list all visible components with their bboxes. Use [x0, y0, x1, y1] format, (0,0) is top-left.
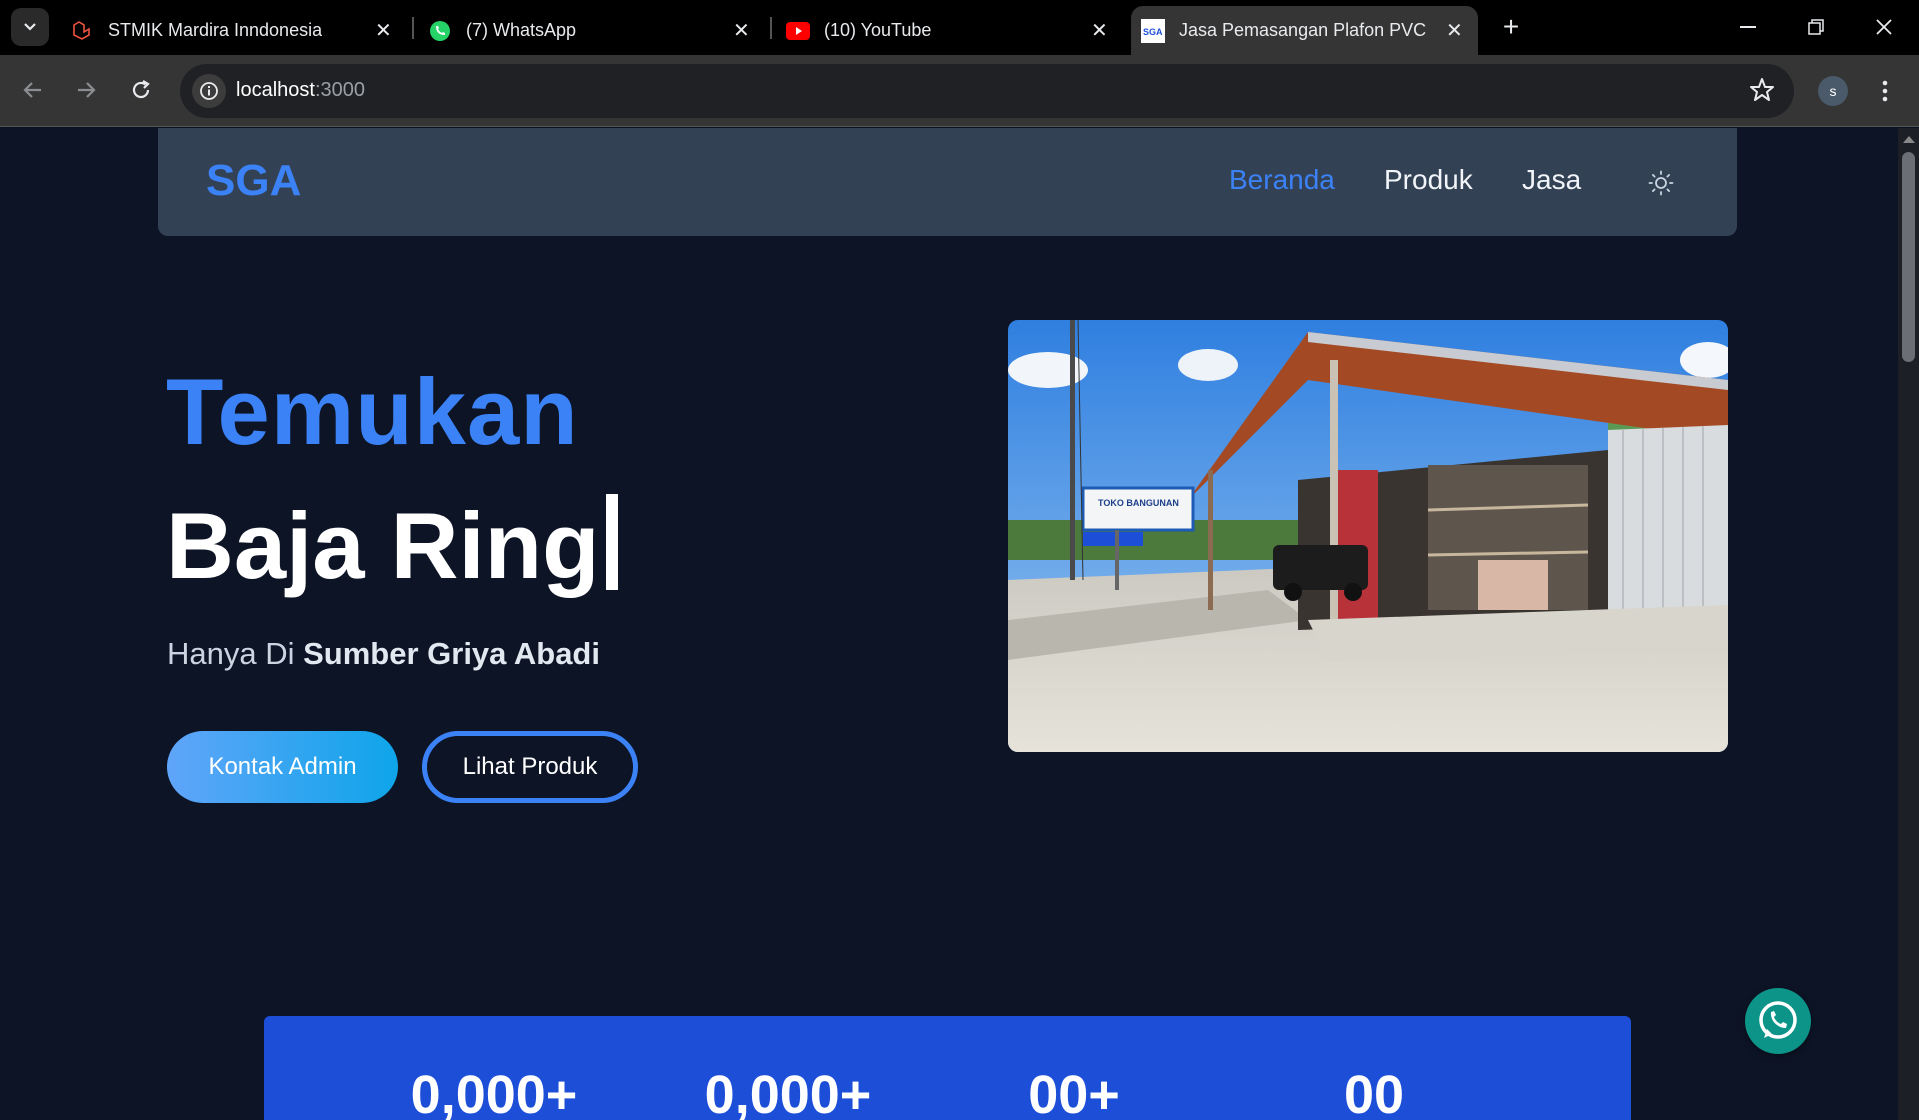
tab-title: STMIK Mardira Inndonesia [108, 20, 323, 40]
site-info-icon[interactable] [192, 74, 226, 108]
hero-subtitle: Hanya Di Sumber Griya Abadi [167, 636, 600, 672]
close-icon[interactable]: ✕ [1446, 18, 1463, 43]
page-scrollbar[interactable] [1898, 128, 1919, 1120]
tab-title: Jasa Pemasangan Plafon PVC & [1179, 20, 1429, 40]
sun-icon [1648, 170, 1674, 196]
stat-value: 0,000+ [410, 1065, 578, 1120]
hero-heading-line2: Baja Ring [166, 492, 618, 600]
page-viewport: SGA Beranda Produk Jasa Temukan Baja Rin… [0, 128, 1898, 1120]
plus-icon: + [1502, 11, 1520, 42]
restore-icon [1808, 19, 1824, 35]
sga-favicon: SGA [1141, 18, 1165, 43]
scrollbar-thumb[interactable] [1902, 152, 1915, 362]
site-navbar: SGA Beranda Produk Jasa [158, 128, 1737, 236]
tab-title: (7) WhatsApp [466, 20, 577, 40]
back-button[interactable] [14, 71, 52, 109]
tab-title: (10) YouTube [824, 20, 932, 40]
scroll-up-arrow-icon[interactable] [1903, 136, 1915, 143]
tab-youtube[interactable]: (10) YouTube ✕ [786, 6, 1116, 55]
whatsapp-float-button[interactable] [1745, 988, 1811, 1054]
typed-text: Baja Ring [166, 493, 600, 598]
browser-tab-bar: STMIK Mardira Inndonesia ✕ (7) WhatsApp … [0, 0, 1919, 55]
forward-button[interactable] [67, 71, 105, 109]
new-tab-button[interactable]: + [1494, 10, 1528, 44]
theme-toggle-button[interactable] [1646, 168, 1676, 198]
chevron-down-icon [24, 23, 36, 31]
restore-button[interactable] [1786, 8, 1846, 46]
more-vertical-icon [1882, 80, 1888, 102]
whatsapp-icon [428, 19, 452, 43]
close-icon[interactable]: ✕ [733, 18, 750, 43]
close-icon[interactable]: ✕ [1091, 18, 1108, 43]
url-port: :3000 [314, 79, 365, 101]
reload-button[interactable] [122, 71, 160, 109]
stats-band: 0,000+ 0,000+ 00+ 00 [264, 1016, 1631, 1120]
arrow-left-icon [23, 82, 41, 98]
store-sign-text: TOKO BANGUNAN [1098, 498, 1179, 508]
nav-link-jasa[interactable]: Jasa [1522, 164, 1581, 196]
nav-link-produk[interactable]: Produk [1384, 164, 1473, 196]
hero-subtitle-prefix: Hanya Di [167, 636, 304, 671]
contact-admin-button[interactable]: Kontak Admin [167, 731, 398, 803]
close-icon [1876, 19, 1892, 35]
svg-text:SGA: SGA [1143, 27, 1163, 37]
stat-value: 00+ [1028, 1065, 1120, 1120]
tab-stmik[interactable]: STMIK Mardira Inndonesia ✕ [70, 6, 400, 55]
youtube-icon [786, 19, 810, 43]
arrow-right-icon [78, 82, 96, 98]
minimize-icon [1740, 26, 1756, 28]
typing-cursor [605, 494, 618, 590]
browser-menu-button[interactable] [1870, 75, 1900, 107]
url-text: localhost:3000 [236, 79, 365, 102]
stat-value: 00 [1343, 1065, 1405, 1120]
close-icon[interactable]: ✕ [375, 18, 392, 43]
laravel-icon [70, 19, 94, 43]
hero-subtitle-brand: Sumber Griya Abadi [303, 636, 600, 671]
stat-value: 0,000+ [704, 1065, 872, 1120]
hero-heading-line1: Temukan [166, 359, 579, 464]
store-photo: TOKO BANGUNAN [1008, 320, 1728, 752]
close-window-button[interactable] [1854, 8, 1914, 46]
minimize-button[interactable] [1718, 8, 1778, 46]
browser-toolbar: localhost:3000 s [0, 55, 1919, 127]
tab-separator [770, 17, 772, 39]
whatsapp-icon [1759, 1001, 1797, 1039]
site-logo[interactable]: SGA [206, 156, 301, 206]
profile-avatar[interactable]: s [1818, 76, 1848, 106]
tab-sga-active[interactable]: SGA Jasa Pemasangan Plafon PVC & ✕ [1131, 6, 1478, 55]
url-host: localhost [236, 79, 315, 101]
tab-whatsapp[interactable]: (7) WhatsApp ✕ [428, 6, 758, 55]
nav-link-beranda[interactable]: Beranda [1229, 164, 1335, 196]
view-products-button[interactable]: Lihat Produk [422, 731, 638, 803]
bookmark-star-icon[interactable] [1748, 76, 1776, 109]
tab-separator [412, 17, 414, 39]
tab-search-button[interactable] [11, 8, 49, 46]
reload-icon [132, 80, 150, 99]
address-bar[interactable]: localhost:3000 [180, 64, 1794, 118]
